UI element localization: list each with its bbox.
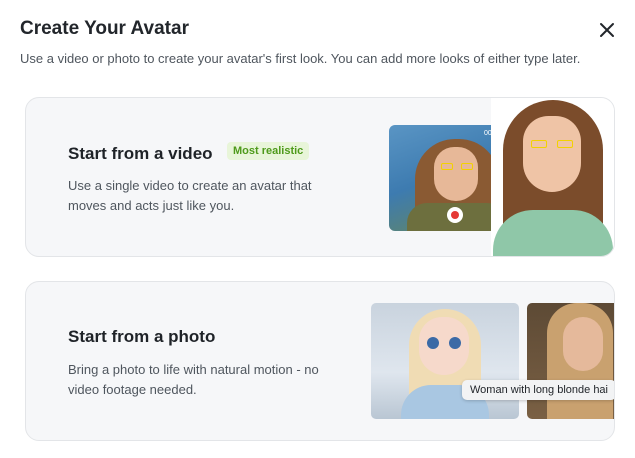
page-title: Create Your Avatar	[20, 18, 189, 39]
close-icon[interactable]	[597, 20, 617, 40]
photo-card-title: Start from a photo	[68, 327, 216, 346]
video-card-title: Start from a video	[68, 144, 213, 163]
most-realistic-badge: Most realistic	[227, 142, 310, 160]
start-from-photo-card[interactable]: Start from a photo Bring a photo to life…	[25, 281, 615, 441]
animated-princess-photo	[371, 303, 519, 419]
video-avatar-portrait	[491, 98, 614, 256]
video-card-description: Use a single video to create an avatar t…	[68, 178, 312, 213]
start-from-video-card[interactable]: Start from a video Most realistic Use a …	[25, 97, 615, 257]
record-button-icon	[447, 207, 463, 223]
photo-card-description: Bring a photo to life with natural motio…	[68, 362, 319, 397]
dialog-subtitle: Use a video or photo to create your avat…	[20, 51, 581, 66]
image-tooltip: Woman with long blonde hai	[462, 380, 614, 400]
blonde-woman-photo	[527, 303, 614, 419]
